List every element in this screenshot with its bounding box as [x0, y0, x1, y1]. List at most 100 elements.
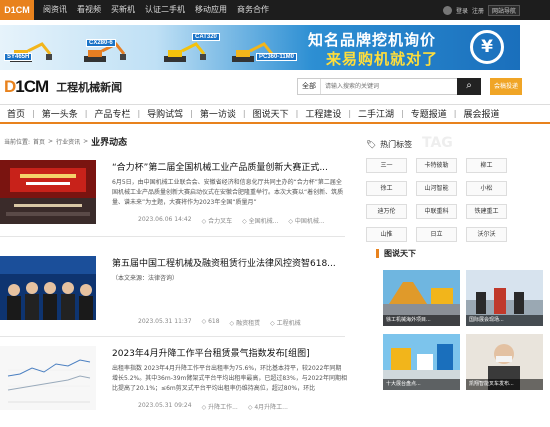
- top-nav-item-business[interactable]: 商务合作: [232, 0, 274, 20]
- article-meta: 2023.06.06 14:42 合力叉车 全国机械... 中国机械...: [138, 216, 325, 225]
- hot-tags-ghost: TAG: [422, 135, 453, 151]
- hot-tag[interactable]: 柳工: [466, 158, 507, 173]
- picture-caption: 十大展台盘点...: [383, 379, 460, 390]
- picture-card[interactable]: 国际展会现场...: [466, 270, 543, 326]
- article-meta: 2023.05.31 11:37 618 融资租赁 工程机械: [138, 318, 301, 327]
- picture-card[interactable]: 凯翔智能叉车发布...: [466, 334, 543, 390]
- top-nav-item-video[interactable]: 看视频: [72, 0, 106, 20]
- hot-tag[interactable]: 日立: [416, 227, 457, 242]
- article-tag[interactable]: 618: [202, 318, 219, 327]
- hot-tag[interactable]: 沃尔沃: [466, 227, 507, 242]
- breadcrumb-label: 当前位置:: [4, 139, 31, 146]
- user-icon: [442, 5, 452, 15]
- article-tag[interactable]: 融资租赁: [230, 318, 260, 327]
- main-nav: 首页 | 第一头条 | 产品专栏 | 导购试驾 | 第一访谈 | 图说天下 | 工程建设 | …: [0, 104, 550, 124]
- site-nav-select[interactable]: 网站导航: [487, 4, 520, 16]
- picture-caption: 凯翔智能叉车发布...: [466, 379, 543, 390]
- top-nav-item-mobile[interactable]: 移动应用: [190, 0, 232, 20]
- article-date: 2023.05.31 11:37: [138, 318, 192, 325]
- nav-item-home[interactable]: 首页: [0, 107, 32, 120]
- nav-item-construction[interactable]: 工程建设: [298, 107, 348, 120]
- banner-slogan: 来易购机就对了: [326, 51, 439, 68]
- excavator-image: [164, 42, 206, 62]
- banner-model-tag: CX280-6: [86, 39, 116, 47]
- breadcrumb-current: 业界动态: [91, 138, 128, 148]
- breadcrumb-sep: >: [83, 138, 89, 145]
- article-summary: 出租率指数 2023年4月升降工作平台出租率为75.6%，环比基本持平，较202…: [112, 365, 347, 392]
- banner-slogan: 知名品牌挖机询价: [308, 32, 437, 49]
- divider: [0, 336, 345, 337]
- top-bar: D1CM 阅资讯 看视频 买新机 认证二手机 移动应用 商务合作 登录 注册 网…: [0, 0, 550, 20]
- search-scope-select[interactable]: 全部: [298, 79, 321, 94]
- yen-icon: ¥: [470, 30, 504, 64]
- article-tag[interactable]: 合力叉车: [202, 216, 232, 225]
- article-summary: （本文来源：法律咨询）: [112, 275, 179, 282]
- article-tag[interactable]: 升降工作...: [202, 402, 238, 411]
- article-thumbnail[interactable]: [0, 256, 96, 320]
- nav-item-exhibition[interactable]: 展会报道: [456, 107, 506, 120]
- article-meta: 2023.05.31 09:24 升降工作... 4月升降工...: [138, 402, 288, 411]
- article-title[interactable]: 2023年4月升降工作平台租赁景气指数发布[组图]: [112, 346, 347, 359]
- hot-tag[interactable]: 山推: [366, 227, 407, 242]
- nav-item-products[interactable]: 产品专栏: [87, 107, 137, 120]
- hot-tag[interactable]: 迪万伦: [366, 204, 407, 219]
- article-date: 2023.05.31 09:24: [138, 402, 192, 409]
- top-nav: 阅资讯 看视频 买新机 认证二手机 移动应用 商务合作: [38, 0, 274, 20]
- hot-tags-list: 三一 卡特彼勒 柳工 徐工 山河智能 小松 迪万伦 中联重科 铁建重工 山推 日…: [366, 158, 516, 242]
- nav-item-headline[interactable]: 第一头条: [35, 107, 85, 120]
- search-box: 全部 ⌕: [297, 78, 481, 95]
- search-button[interactable]: ⌕: [457, 78, 481, 95]
- article-title[interactable]: 第五届中国工程机械及融资租赁行业法律风控资智618...: [112, 256, 347, 269]
- hot-tag[interactable]: 山河智能: [416, 181, 457, 196]
- hot-tag[interactable]: 三一: [366, 158, 407, 173]
- top-nav-item-news[interactable]: 阅资讯: [38, 0, 72, 20]
- nav-item-pictures[interactable]: 图说天下: [246, 107, 296, 120]
- nav-item-used[interactable]: 二手江湖: [351, 107, 401, 120]
- article-title[interactable]: “合力杯”第二届全国机械工业产品质量创新大赛正式...: [112, 160, 347, 173]
- article-date: 2023.06.06 14:42: [138, 216, 192, 223]
- article-tag[interactable]: 全国机械...: [242, 216, 279, 225]
- search-input[interactable]: [321, 79, 441, 94]
- article-thumbnail[interactable]: [0, 346, 96, 410]
- hot-tag[interactable]: 铁建重工: [466, 204, 507, 219]
- hot-tag[interactable]: 徐工: [366, 181, 407, 196]
- picture-caption: 徐工机械海外项目...: [383, 315, 460, 326]
- article-tag[interactable]: 工程机械: [270, 318, 301, 327]
- hot-tag[interactable]: 小松: [466, 181, 507, 196]
- hot-tag[interactable]: 中联重科: [416, 204, 457, 219]
- nav-item-buying-guide[interactable]: 导购试驾: [140, 107, 190, 120]
- picture-card[interactable]: 十大展台盘点...: [383, 334, 460, 390]
- breadcrumb: 当前位置: 首页 > 行业资讯 > 业界动态: [4, 135, 127, 148]
- nav-item-special[interactable]: 专题报道: [404, 107, 454, 120]
- banner-model-tag: SY465H: [4, 53, 33, 61]
- hot-tag[interactable]: 卡特彼勒: [416, 158, 457, 173]
- nav-item-interview[interactable]: 第一访谈: [193, 107, 243, 120]
- top-nav-item-used-machine[interactable]: 认证二手机: [140, 0, 190, 20]
- login-link[interactable]: 登录: [456, 6, 468, 15]
- breadcrumb-home[interactable]: 首页: [33, 137, 45, 146]
- hot-tags-title: 热门标签: [380, 140, 413, 149]
- divider: [0, 236, 345, 237]
- hot-tags-heading: 🏷 热门标签 TAG: [366, 135, 453, 151]
- article-tag[interactable]: 中国机械...: [288, 216, 325, 225]
- banner-model-tag: PC360-11M0: [256, 53, 298, 61]
- breadcrumb-sep: >: [48, 138, 54, 145]
- article-tag[interactable]: 4月升降工...: [248, 402, 288, 411]
- ad-banner[interactable]: SY465H CX280-6 CAT320 PC360-11M0 知名品牌挖机询…: [0, 25, 520, 70]
- top-logo[interactable]: D1CM: [0, 0, 34, 20]
- picture-caption: 国际展会现场...: [466, 315, 543, 326]
- search-icon: ⌕: [466, 80, 472, 91]
- submit-article-button[interactable]: 会稿投递: [490, 78, 522, 95]
- article-summary: 6月5日，由中国机械工业联合会、安徽省经济和信息化厅共同主办的“合力杯”第二届全…: [112, 179, 344, 206]
- pictures-heading: 图说天下: [376, 249, 416, 258]
- top-user-area: 登录 注册 网站导航: [442, 0, 520, 20]
- top-nav-item-new-machine[interactable]: 买新机: [106, 0, 140, 20]
- site-logo: D1CM: [4, 77, 49, 96]
- register-link[interactable]: 注册: [472, 6, 484, 15]
- article-thumbnail[interactable]: [0, 160, 96, 224]
- tag-icon: 🏷: [366, 140, 377, 149]
- banner-model-tag: CAT320: [192, 33, 220, 41]
- site-brand[interactable]: D1CM 工程机械新闻: [4, 76, 122, 98]
- breadcrumb-industry[interactable]: 行业资讯: [56, 137, 80, 146]
- picture-card[interactable]: 徐工机械海外项目...: [383, 270, 460, 326]
